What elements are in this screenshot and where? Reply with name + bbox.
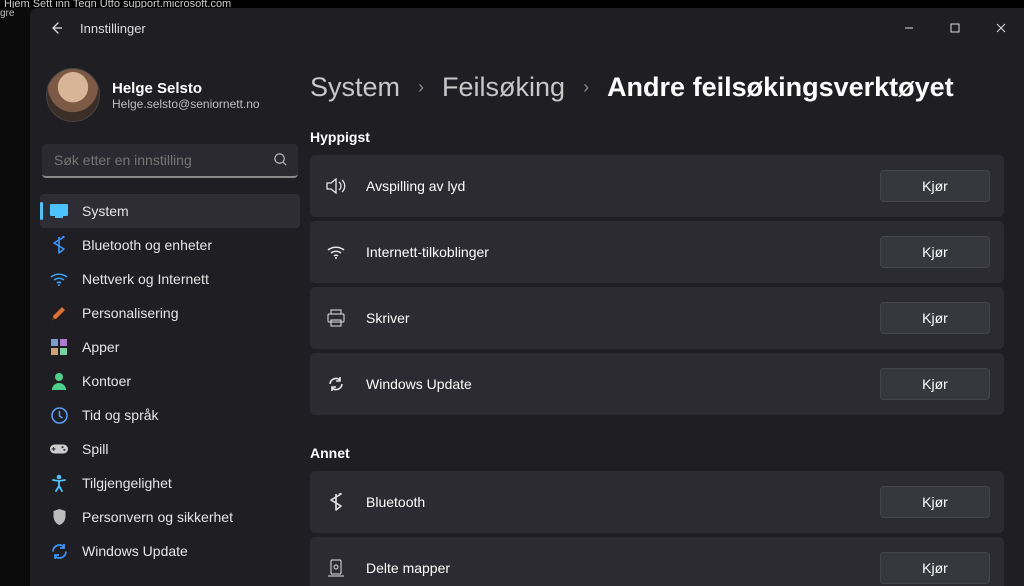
sync-icon: [324, 375, 348, 393]
troubleshooter-row: Delte mapper Kjør: [310, 537, 1004, 586]
sidebar-item-personvern-og-sikkerhet[interactable]: Personvern og sikkerhet: [40, 500, 300, 534]
shield-icon: [50, 508, 68, 526]
shared-folder-icon: [324, 559, 348, 577]
troubleshooter-label: Bluetooth: [366, 494, 862, 510]
wifi-icon: [324, 245, 348, 259]
sidebar-item-tilgjengelighet[interactable]: Tilgjengelighet: [40, 466, 300, 500]
run-button[interactable]: Kjør: [880, 486, 990, 518]
troubleshooter-label: Avspilling av lyd: [366, 178, 862, 194]
run-button[interactable]: Kjør: [880, 552, 990, 584]
game-icon: [50, 440, 68, 458]
system-icon: [50, 202, 68, 220]
close-button[interactable]: [978, 8, 1024, 48]
troubleshooter-label: Windows Update: [366, 376, 862, 392]
printer-icon: [324, 309, 348, 327]
sidebar-nav: System Bluetooth og enheter Nettverk og In…: [40, 194, 300, 568]
breadcrumb-system[interactable]: System: [310, 72, 400, 103]
troubleshooter-label: Internett-tilkoblinger: [366, 244, 862, 260]
bluetooth-icon: [50, 236, 68, 254]
search-box[interactable]: [42, 144, 298, 178]
sidebar-item-kontoer[interactable]: Kontoer: [40, 364, 300, 398]
sidebar-item-label: System: [82, 203, 129, 219]
window-controls: [886, 8, 1024, 48]
run-button[interactable]: Kjør: [880, 368, 990, 400]
account-email: Helge.selsto@seniornett.no: [112, 97, 260, 111]
settings-window: Innstillinger Helge Selsto Helge.selsto@…: [30, 8, 1024, 586]
run-button[interactable]: Kjør: [880, 302, 990, 334]
troubleshooter-row: Windows Update Kjør: [310, 353, 1004, 415]
sidebar-item-label: Tid og språk: [82, 407, 159, 423]
person-icon: [50, 372, 68, 390]
troubleshooter-row: Avspilling av lyd Kjør: [310, 155, 1004, 217]
sidebar-item-label: Bluetooth og enheter: [82, 237, 212, 253]
troubleshooter-row: Skriver Kjør: [310, 287, 1004, 349]
account-name: Helge Selsto: [112, 80, 260, 97]
breadcrumb-troubleshoot[interactable]: Feilsøking: [442, 72, 565, 103]
breadcrumb-current: Andre feilsøkingsverktøyet: [607, 72, 954, 103]
brush-icon: [50, 304, 68, 322]
sidebar-item-label: Personvern og sikkerhet: [82, 509, 233, 525]
sidebar-item-label: Windows Update: [82, 543, 188, 559]
sidebar: Helge Selsto Helge.selsto@seniornett.no …: [30, 48, 310, 586]
accessibility-icon: [50, 474, 68, 492]
update-icon: [50, 542, 68, 560]
back-button[interactable]: [42, 14, 70, 42]
content-area[interactable]: System › Feilsøking › Andre feilsøkingsv…: [310, 48, 1024, 586]
sidebar-item-spill[interactable]: Spill: [40, 432, 300, 466]
bluetooth-icon: [324, 493, 348, 511]
back-arrow-icon: [48, 20, 64, 36]
sidebar-item-label: Apper: [82, 339, 119, 355]
sidebar-item-bluetooth-og-enheter[interactable]: Bluetooth og enheter: [40, 228, 300, 262]
search-input[interactable]: [42, 144, 298, 178]
sidebar-item-nettverk-og-internett[interactable]: Nettverk og Internett: [40, 262, 300, 296]
sidebar-item-label: Tilgjengelighet: [82, 475, 172, 491]
window-titlebar: Innstillinger: [30, 8, 1024, 48]
sidebar-item-label: Spill: [82, 441, 108, 457]
sidebar-item-label: Personalisering: [82, 305, 179, 321]
account-block[interactable]: Helge Selsto Helge.selsto@seniornett.no: [40, 58, 300, 138]
sidebar-item-personalisering[interactable]: Personalisering: [40, 296, 300, 330]
chevron-right-icon: ›: [583, 77, 589, 98]
breadcrumb: System › Feilsøking › Andre feilsøkingsv…: [310, 72, 1004, 103]
clock-icon: [50, 406, 68, 424]
run-button[interactable]: Kjør: [880, 236, 990, 268]
chevron-right-icon: ›: [418, 77, 424, 98]
search-icon: [273, 152, 288, 170]
run-button[interactable]: Kjør: [880, 170, 990, 202]
wifi-icon: [50, 270, 68, 288]
sections-container: HyppigstAvspilling av lydKjørInternett-t…: [310, 129, 1004, 586]
browser-chrome-top: Hjem Sett inn Tegn Utfo support.microsof…: [0, 0, 1024, 8]
volume-icon: [324, 178, 348, 194]
troubleshooter-row: Internett-tilkoblinger Kjør: [310, 221, 1004, 283]
minimize-button[interactable]: [886, 8, 932, 48]
left-edge-fragment: gre: [0, 8, 30, 68]
troubleshooter-row: Bluetooth Kjør: [310, 471, 1004, 533]
sidebar-item-tid-og-spr-k[interactable]: Tid og språk: [40, 398, 300, 432]
troubleshooter-label: Skriver: [366, 310, 862, 326]
apps-icon: [50, 338, 68, 356]
window-title: Innstillinger: [80, 21, 146, 36]
sidebar-item-apper[interactable]: Apper: [40, 330, 300, 364]
sidebar-item-system[interactable]: System: [40, 194, 300, 228]
section-title: Annet: [310, 445, 1004, 461]
sidebar-item-label: Nettverk og Internett: [82, 271, 209, 287]
sidebar-item-label: Kontoer: [82, 373, 131, 389]
section-title: Hyppigst: [310, 129, 1004, 145]
sidebar-item-windows-update[interactable]: Windows Update: [40, 534, 300, 568]
maximize-button[interactable]: [932, 8, 978, 48]
avatar: [46, 68, 100, 122]
troubleshooter-label: Delte mapper: [366, 560, 862, 576]
